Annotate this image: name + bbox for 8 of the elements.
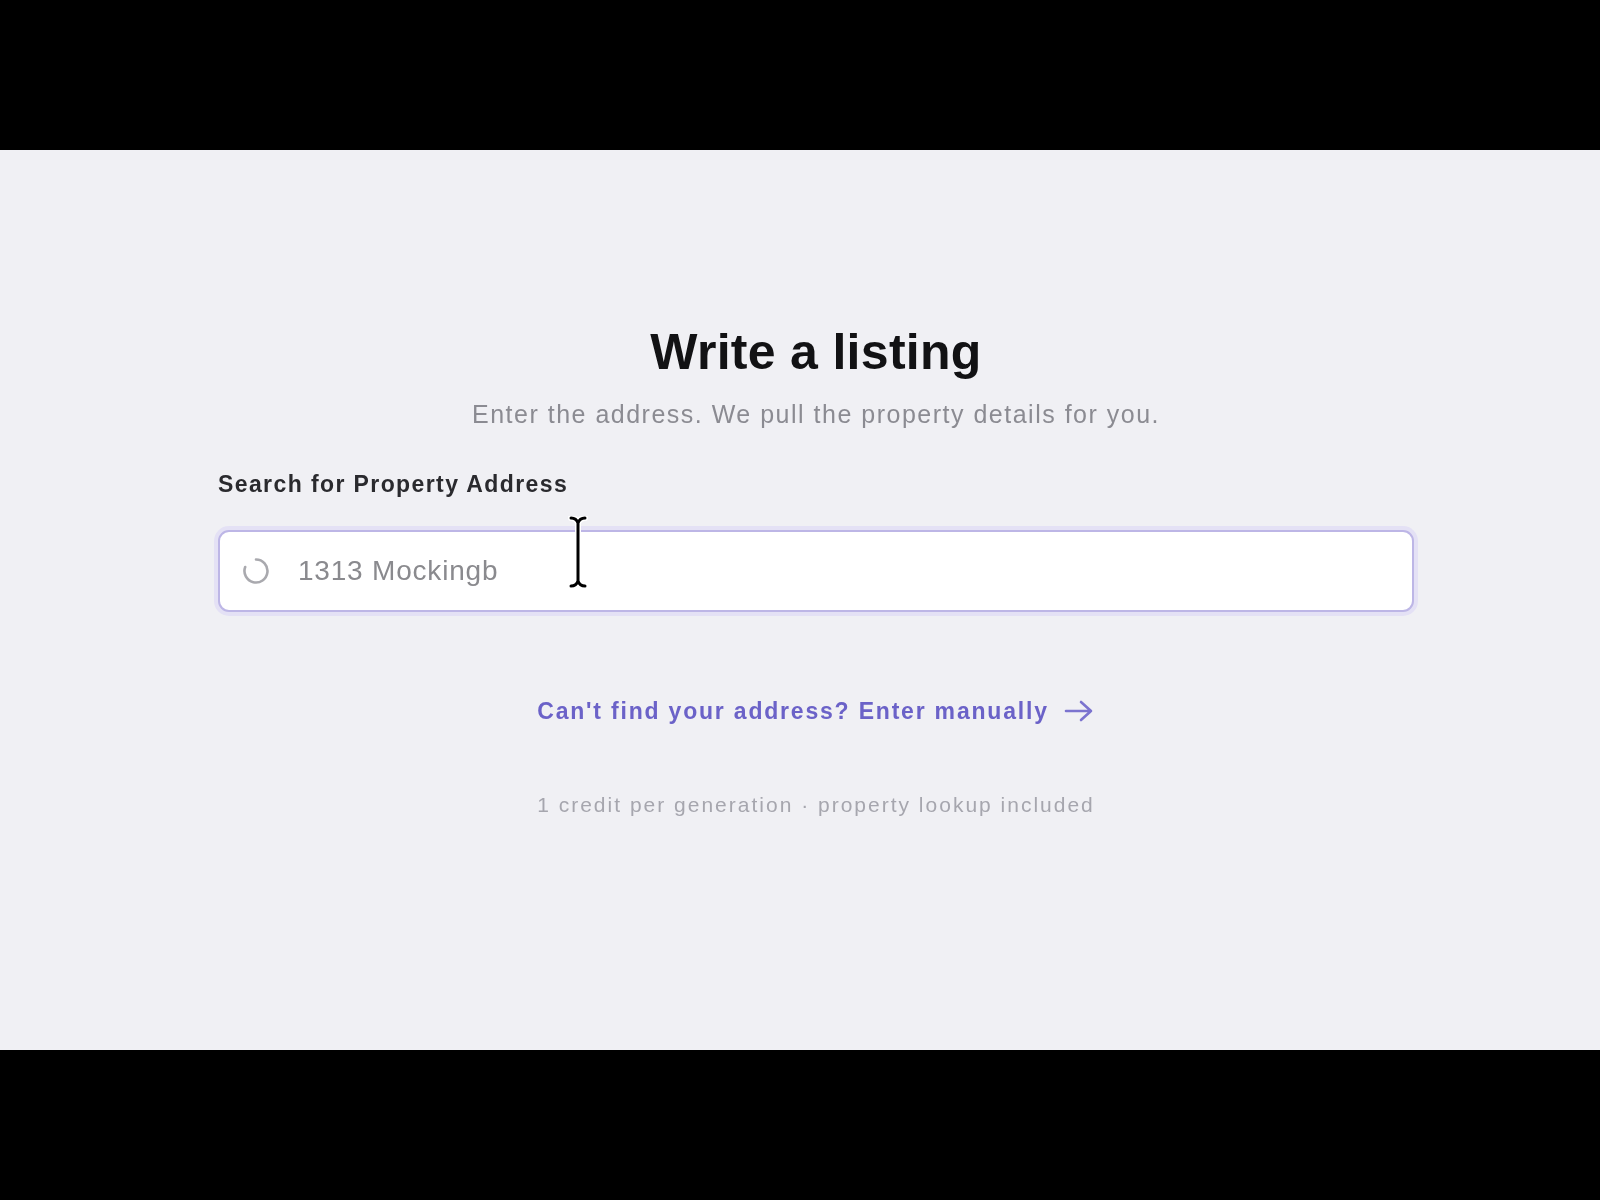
credit-note: 1 credit per generation · property lookup included <box>537 792 1095 818</box>
enter-manually-link[interactable]: Can't find your address? Enter manually <box>537 697 1095 725</box>
field-label: Search for Property Address <box>218 471 569 497</box>
page-title: Write a listing <box>650 324 982 380</box>
arrow-right-icon <box>1062 699 1095 723</box>
address-search-field[interactable]: 1313 Mockingb <box>218 530 1414 612</box>
page-subtitle: Enter the address. We pull the property details for you. <box>472 400 1160 428</box>
text-cursor-icon <box>565 516 591 588</box>
